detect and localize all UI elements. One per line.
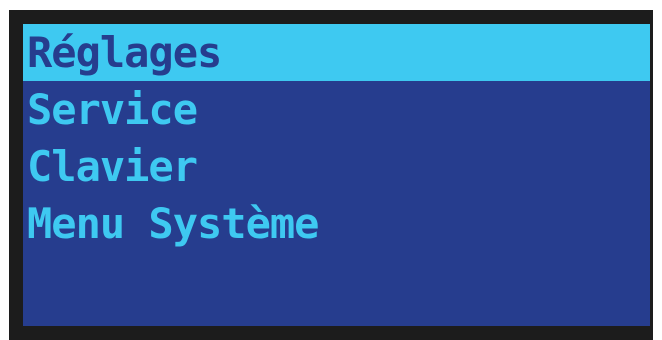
- lcd-screen: Réglages Service Clavier Menu Système: [23, 24, 650, 326]
- menu-item-menu-systeme[interactable]: Menu Système: [23, 195, 650, 252]
- menu-item-clavier[interactable]: Clavier: [23, 138, 650, 195]
- menu-item-reglages[interactable]: Réglages: [23, 24, 650, 81]
- menu-list: Réglages Service Clavier Menu Système: [23, 24, 650, 252]
- menu-item-service[interactable]: Service: [23, 81, 650, 138]
- display-bezel: Réglages Service Clavier Menu Système: [9, 10, 653, 340]
